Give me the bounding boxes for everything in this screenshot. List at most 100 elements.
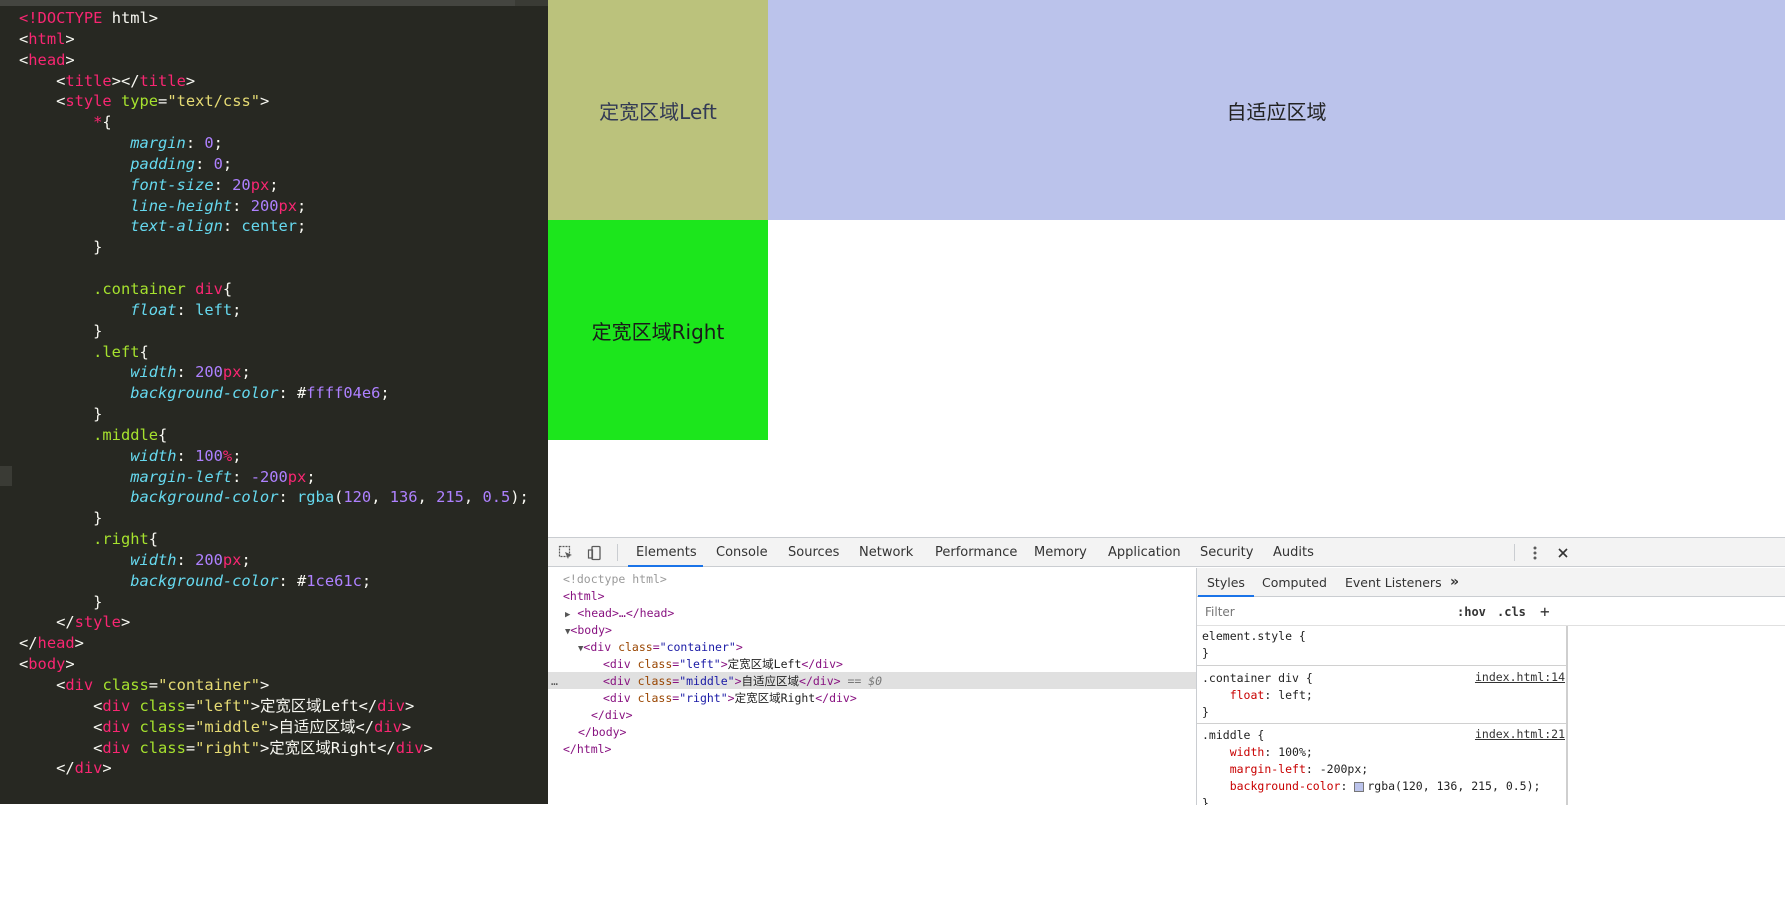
editor-tab[interactable] (0, 0, 515, 6)
code-line[interactable]: <head> (19, 50, 529, 71)
code-line[interactable]: padding: 0; (19, 154, 529, 175)
code-line[interactable]: background-color: rgba(120, 136, 215, 0.… (19, 487, 529, 508)
dom-head-node[interactable]: ▶ <head>…</head> (565, 605, 674, 622)
code-line[interactable]: font-size: 20px; (19, 175, 529, 196)
tab-memory[interactable]: Memory (1026, 538, 1090, 567)
container-div-rule[interactable]: .container div { index.html:14 float: le… (1197, 670, 1567, 721)
rule-declaration[interactable]: width: 100%; (1197, 744, 1567, 761)
more-tabs-icon[interactable]: » (1441, 568, 1468, 597)
code-token: : (176, 550, 196, 569)
code-line[interactable]: float: left; (19, 300, 529, 321)
code-line[interactable]: width: 200px; (19, 550, 529, 571)
rule-source-link[interactable]: index.html:14 (1475, 670, 1565, 684)
code-line[interactable]: </head> (19, 633, 529, 654)
code-token: } (19, 509, 103, 528)
code-line[interactable]: </div> (19, 758, 529, 779)
code-line[interactable]: <title></title> (19, 71, 529, 92)
more-options-icon[interactable] (1525, 543, 1545, 563)
code-line[interactable]: <!DOCTYPE html> (19, 8, 529, 29)
code-line[interactable]: *{ (19, 112, 529, 133)
code-token: : (232, 196, 251, 215)
styles-scrollbar[interactable] (1566, 626, 1568, 805)
code-line[interactable]: <div class="left">定宽区域Left</div> (19, 696, 529, 717)
color-swatch-icon[interactable] (1354, 781, 1365, 792)
device-toolbar-icon[interactable] (585, 543, 605, 563)
code-line[interactable]: .left{ (19, 342, 529, 363)
close-icon[interactable] (1553, 543, 1573, 563)
toolbar-divider (617, 544, 618, 561)
rule-declaration[interactable]: float: left; (1197, 687, 1567, 704)
code-line[interactable]: <div class="middle">自适应区域</div> (19, 717, 529, 738)
dom-container-node[interactable]: ▼<div class="container"> (578, 639, 743, 656)
rule-declaration[interactable]: margin-left: -200px; (1197, 761, 1567, 778)
code-token: float (130, 300, 177, 319)
code-line[interactable]: width: 200px; (19, 362, 529, 383)
code-line[interactable]: <style type="text/css"> (19, 91, 529, 112)
tab-computed[interactable]: Computed (1253, 568, 1336, 597)
code-line[interactable]: </style> (19, 612, 529, 633)
add-rule-icon[interactable]: + (1540, 603, 1550, 621)
code-line[interactable]: } (19, 508, 529, 529)
code-token: : (176, 300, 196, 319)
code-line[interactable]: <div class="right">定宽区域Right</div> (19, 738, 529, 759)
code-line[interactable]: width: 100%; (19, 446, 529, 467)
dom-tree[interactable]: <!doctype html> <html> ▶ <head>…</head> … (548, 568, 1196, 805)
element-style-rule[interactable]: element.style { } (1197, 628, 1567, 662)
styles-filter-input[interactable] (1201, 602, 1446, 622)
code-line[interactable]: .container div{ (19, 279, 529, 300)
tab-security[interactable]: Security (1192, 538, 1256, 567)
tab-performance[interactable]: Performance (927, 538, 1019, 567)
tab-audits[interactable]: Audits (1265, 538, 1319, 567)
dom-body-close[interactable]: </body> (578, 724, 626, 741)
inspect-element-icon[interactable] (556, 543, 576, 563)
code-token: background-color (130, 384, 279, 403)
code-line[interactable]: } (19, 592, 529, 613)
tab-styles[interactable]: Styles (1198, 568, 1254, 597)
code-token: "text/css" (167, 92, 260, 111)
code-token: rgba (297, 488, 335, 507)
code-editor[interactable]: <!DOCTYPE html> <html> <head> <title></tit… (0, 0, 548, 804)
tab-elements[interactable]: Elements (628, 538, 703, 567)
code-line[interactable]: .middle{ (19, 425, 529, 446)
code-token: div (195, 279, 223, 298)
tab-application[interactable]: Application (1100, 538, 1182, 567)
rule-declaration[interactable]: background-color: rgba(120, 136, 215, 0.… (1197, 778, 1567, 795)
tab-network[interactable]: Network (851, 538, 917, 567)
dom-body-node[interactable]: ▼<body> (565, 622, 612, 639)
dom-doctype[interactable]: <!doctype html> (563, 571, 667, 588)
expand-triangle-icon[interactable]: ▶ (565, 610, 570, 620)
dom-right-node[interactable]: <div class="right">定宽区域Right</div> (603, 690, 857, 707)
dom-left-node[interactable]: <div class="left">定宽区域Left</div> (603, 656, 843, 673)
code-line[interactable]: margin: 0; (19, 133, 529, 154)
code-line[interactable]: line-height: 200px; (19, 196, 529, 217)
middle-rule[interactable]: .middle { index.html:21 width: 100%; mar… (1197, 727, 1567, 805)
code-token: class (139, 696, 186, 715)
code-token: "left" (195, 696, 251, 715)
code-line[interactable]: } (19, 321, 529, 342)
tab-console[interactable]: Console (708, 538, 770, 567)
code-line[interactable]: } (19, 237, 529, 258)
hover-state-toggle[interactable]: :hov (1457, 603, 1486, 621)
code-line[interactable]: <body> (19, 654, 529, 675)
rule-source-link[interactable]: index.html:21 (1475, 727, 1565, 741)
code-token: ); (510, 488, 529, 507)
code-line[interactable]: <div class="container"> (19, 675, 529, 696)
code-line[interactable]: margin-left: -200px; (19, 467, 529, 488)
class-toggle[interactable]: .cls (1497, 603, 1526, 621)
node-actions-ellipsis[interactable]: … (551, 673, 558, 690)
dom-html-node[interactable]: <html> (563, 588, 605, 605)
code-text[interactable]: <!DOCTYPE html> <html> <head> <title></tit… (19, 8, 529, 779)
dom-container-close[interactable]: </div> (591, 707, 633, 724)
code-line[interactable]: text-align: center; (19, 216, 529, 237)
dom-html-close[interactable]: </html> (563, 741, 611, 758)
code-line[interactable]: } (19, 404, 529, 425)
code-line[interactable] (19, 258, 529, 279)
dom-middle-node[interactable]: <div class="middle">自适应区域</div> == $0 (603, 673, 882, 690)
tab-event-listeners[interactable]: Event Listeners (1336, 568, 1451, 597)
code-line[interactable]: .right{ (19, 529, 529, 550)
code-line[interactable]: background-color: #ffff04e6; (19, 383, 529, 404)
code-line[interactable]: background-color: #1ce61c; (19, 571, 529, 592)
tab-sources[interactable]: Sources (780, 538, 842, 567)
code-line[interactable]: <html> (19, 29, 529, 50)
